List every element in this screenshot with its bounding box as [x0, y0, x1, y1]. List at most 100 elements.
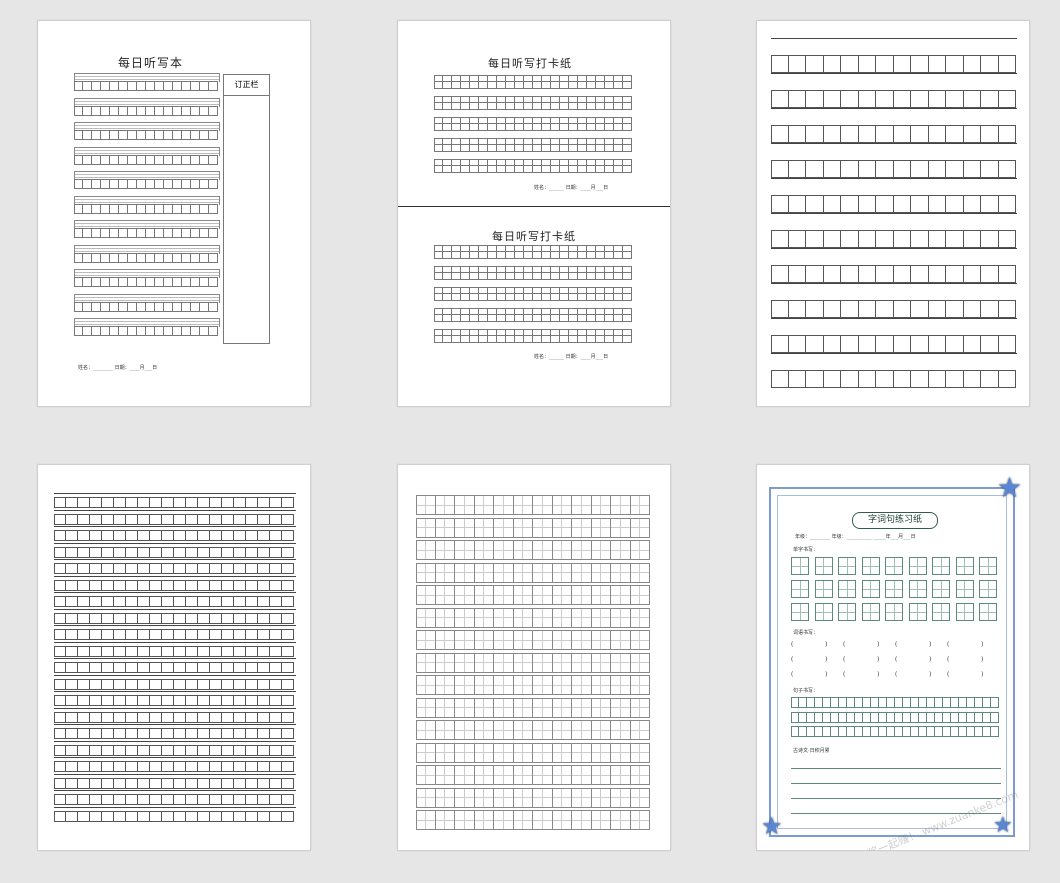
paren-close: ) [981, 641, 984, 648]
paren-close: ) [825, 671, 828, 678]
writing-grid-row [54, 530, 294, 541]
writing-grid-row [771, 160, 1016, 178]
paren-open: ( [895, 671, 898, 678]
writing-grid-row [54, 777, 294, 789]
writing-grid-row [74, 130, 218, 140]
tian-cell [838, 580, 856, 598]
ruled-line [54, 773, 296, 775]
practice-title: 字词句练习纸 [852, 512, 938, 529]
ruled-line [54, 542, 296, 544]
ruled-line [771, 213, 1017, 214]
writing-grid-row [74, 154, 218, 165]
tian-cell [955, 603, 974, 621]
writing-grid-row [74, 277, 218, 287]
tian-grid-row [416, 495, 650, 515]
tian-cell [885, 580, 903, 598]
writing-grid-row [54, 761, 294, 772]
ruled-line [54, 806, 296, 808]
section-chars-label: 单字书写： [793, 547, 819, 553]
section-poem-label: 古诗文·日积月累 [793, 748, 830, 754]
sentence-grid-row [791, 726, 999, 737]
writing-grid-row [54, 612, 294, 624]
star-icon-bottom-left: ★ [761, 812, 783, 840]
ruled-line [54, 691, 296, 692]
tian-cell [885, 557, 903, 575]
tian-grid-row [416, 585, 650, 605]
tian-cell [908, 580, 927, 598]
name-date-footer-top: 姓名：______ 日期：____月___日 [534, 185, 609, 191]
ruled-line [771, 248, 1017, 249]
tian-cell [814, 557, 833, 575]
ruled-line [54, 707, 296, 709]
cut-divider [398, 206, 670, 207]
card-title-top: 每日听写打卡纸 [488, 57, 572, 70]
tian-cell [861, 603, 880, 621]
tian-grid-row [416, 652, 650, 673]
ruled-line [771, 143, 1017, 144]
paren-open: ( [947, 656, 950, 663]
card-title-bottom: 每日听写打卡纸 [492, 230, 576, 243]
tian-grid-row [416, 810, 650, 830]
writing-grid-row [434, 138, 632, 152]
ruled-line [54, 740, 296, 742]
paren-close: ) [929, 641, 932, 648]
paren-close: ) [981, 671, 984, 678]
tian-cell [814, 580, 833, 598]
tian-grid-row [416, 607, 650, 628]
tian-cell [791, 557, 809, 575]
tian-cell [861, 580, 880, 598]
tian-cell [838, 557, 856, 575]
tian-cell [908, 557, 927, 575]
ruled-line [54, 575, 296, 577]
writing-grid-row [74, 301, 218, 312]
writing-grid-row [434, 287, 632, 301]
tian-cell [885, 603, 903, 621]
ruled-line [54, 641, 296, 643]
writing-grid-row [74, 81, 218, 91]
paren-open: ( [791, 641, 794, 648]
template-card-dictation-book[interactable]: 每日听写本 订正栏 姓名：________ 日期：____月___日 [37, 20, 311, 407]
paren-close: ) [929, 656, 932, 663]
ruled-line [771, 353, 1017, 354]
paren-close: ) [929, 671, 932, 678]
template-card-dotted-tian-grid[interactable] [397, 464, 671, 851]
paren-open: ( [843, 671, 846, 678]
tian-grid-row [416, 630, 650, 650]
paren-close: ) [825, 656, 828, 663]
writing-grid-row [54, 662, 294, 673]
writing-grid-row [54, 563, 294, 574]
name-date-footer-bottom: 姓名：______ 日期：____月___日 [534, 354, 609, 360]
writing-grid-row [54, 810, 294, 822]
tian-cell [979, 580, 997, 598]
writing-grid-row [434, 308, 632, 322]
template-card-large-grid[interactable] [756, 20, 1030, 407]
ruled-line [771, 283, 1017, 284]
card-title: 每日听写本 [118, 56, 184, 70]
tian-cell [791, 603, 809, 621]
paren-open: ( [895, 656, 898, 663]
poem-writing-line [791, 783, 1001, 784]
tian-cell [932, 603, 950, 621]
ruled-line [54, 674, 296, 676]
paren-open: ( [843, 656, 846, 663]
writing-grid-row [434, 75, 632, 89]
template-card-checkin-sheet[interactable]: 每日听写打卡纸 姓名：______ 日期：____月___日 每日听写打卡纸 姓… [397, 20, 671, 407]
tian-cell [932, 557, 950, 575]
writing-grid-row [434, 245, 632, 259]
writing-grid-row [54, 629, 294, 640]
correction-header: 订正栏 [224, 75, 269, 96]
tian-cell [955, 557, 974, 575]
ruled-line [54, 559, 296, 560]
paren-open: ( [947, 671, 950, 678]
writing-grid-row [434, 96, 632, 110]
tian-grid-row [416, 742, 650, 763]
tian-grid-row [416, 697, 650, 718]
writing-grid-row [54, 794, 294, 805]
tian-cell [814, 603, 833, 621]
template-card-word-practice[interactable]: 字词句练习纸 年级：________ 年级：__________ _____年_… [756, 464, 1030, 851]
template-card-small-grid[interactable] [37, 464, 311, 851]
ruled-line [54, 658, 296, 659]
paren-close: ) [877, 641, 880, 648]
writing-grid-row [54, 728, 294, 739]
ruled-line [771, 178, 1017, 179]
